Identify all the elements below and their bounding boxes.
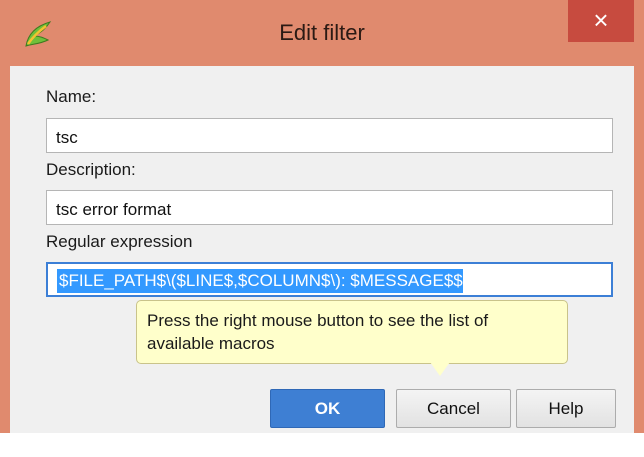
regex-selected-text: $FILE_PATH$\($LINE$,$COLUMN$\): $MESSAGE… [57, 269, 463, 293]
ok-button[interactable]: OK [270, 389, 385, 428]
help-button[interactable]: Help [516, 389, 616, 428]
dialog-body: Name: tsc Description: tsc error format … [10, 66, 634, 433]
edit-filter-dialog: Edit filter × Name: tsc Description: tsc… [0, 0, 644, 433]
title-bar[interactable]: Edit filter × [0, 0, 644, 66]
regex-label: Regular expression [46, 232, 193, 251]
description-field[interactable]: tsc error format [46, 190, 613, 225]
tooltip-pointer [430, 362, 450, 376]
name-field[interactable]: tsc [46, 118, 613, 153]
description-label: Description: [46, 160, 136, 179]
dialog-title: Edit filter [279, 20, 365, 45]
close-button[interactable]: × [568, 0, 634, 42]
name-label: Name: [46, 87, 97, 106]
macros-tooltip: Press the right mouse button to see the … [136, 300, 568, 364]
regex-field[interactable]: $FILE_PATH$\($LINE$,$COLUMN$\): $MESSAGE… [46, 262, 613, 297]
cancel-button[interactable]: Cancel [396, 389, 511, 428]
